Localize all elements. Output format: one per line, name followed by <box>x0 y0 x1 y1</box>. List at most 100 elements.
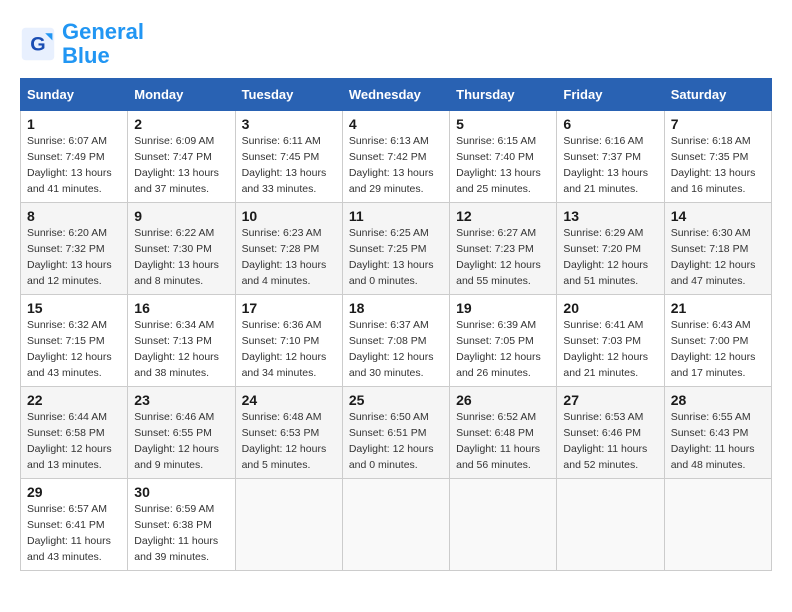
logo-icon: G <box>20 26 56 62</box>
day-number: 8 <box>27 208 121 224</box>
day-number: 27 <box>563 392 657 408</box>
day-number: 14 <box>671 208 765 224</box>
week-row-3: 15Sunrise: 6:32 AMSunset: 7:15 PMDayligh… <box>21 295 772 387</box>
day-cell: 24 Sunrise: 6:48 AMSunset: 6:53 PMDayligh… <box>235 387 342 479</box>
day-number: 2 <box>134 116 228 132</box>
day-cell: 17Sunrise: 6:36 AMSunset: 7:10 PMDayligh… <box>235 295 342 387</box>
day-cell: 4Sunrise: 6:13 AMSunset: 7:42 PMDaylight… <box>342 111 449 203</box>
svg-text:G: G <box>30 33 45 55</box>
day-info: Sunrise: 6:43 AMSunset: 7:00 PMDaylight:… <box>671 318 765 381</box>
day-number: 18 <box>349 300 443 316</box>
day-info: Sunrise: 6:22 AMSunset: 7:30 PMDaylight:… <box>134 226 228 289</box>
calendar-table: SundayMondayTuesdayWednesdayThursdayFrid… <box>20 78 772 571</box>
day-number: 15 <box>27 300 121 316</box>
day-number: 24 <box>242 392 336 408</box>
day-info: Sunrise: 6:55 AMSunset: 6:43 PMDaylight:… <box>671 410 765 473</box>
day-cell <box>342 479 449 571</box>
day-cell: 8 Sunrise: 6:20 AMSunset: 7:32 PMDaylight… <box>21 203 128 295</box>
day-cell: 18 Sunrise: 6:37 AMSunset: 7:08 PMDayligh… <box>342 295 449 387</box>
day-number: 22 <box>27 392 121 408</box>
day-cell: 12 Sunrise: 6:27 AMSunset: 7:23 PMDayligh… <box>450 203 557 295</box>
day-info: Sunrise: 6:50 AMSunset: 6:51 PMDaylight:… <box>349 410 443 473</box>
day-number: 3 <box>242 116 336 132</box>
day-info: Sunrise: 6:23 AMSunset: 7:28 PMDaylight:… <box>242 226 336 289</box>
day-cell: 1Sunrise: 6:07 AMSunset: 7:49 PMDaylight… <box>21 111 128 203</box>
day-cell: 30 Sunrise: 6:59 AMSunset: 6:38 PMDayligh… <box>128 479 235 571</box>
day-number: 5 <box>456 116 550 132</box>
day-cell: 21 Sunrise: 6:43 AMSunset: 7:00 PMDayligh… <box>664 295 771 387</box>
day-number: 21 <box>671 300 765 316</box>
day-info: Sunrise: 6:15 AMSunset: 7:40 PMDaylight:… <box>456 134 550 197</box>
day-cell: 5 Sunrise: 6:15 AMSunset: 7:40 PMDaylight… <box>450 111 557 203</box>
day-cell: 26 Sunrise: 6:52 AMSunset: 6:48 PMDayligh… <box>450 387 557 479</box>
day-cell: 11 Sunrise: 6:25 AMSunset: 7:25 PMDayligh… <box>342 203 449 295</box>
day-cell: 2 Sunrise: 6:09 AMSunset: 7:47 PMDaylight… <box>128 111 235 203</box>
day-number: 29 <box>27 484 121 500</box>
day-info: Sunrise: 6:41 AMSunset: 7:03 PMDaylight:… <box>563 318 657 381</box>
day-info: Sunrise: 6:44 AMSunset: 6:58 PMDaylight:… <box>27 410 121 473</box>
day-number: 30 <box>134 484 228 500</box>
day-cell: 22 Sunrise: 6:44 AMSunset: 6:58 PMDayligh… <box>21 387 128 479</box>
col-header-saturday: Saturday <box>664 79 771 111</box>
day-number: 7 <box>671 116 765 132</box>
day-info: Sunrise: 6:46 AMSunset: 6:55 PMDaylight:… <box>134 410 228 473</box>
day-cell: 20 Sunrise: 6:41 AMSunset: 7:03 PMDayligh… <box>557 295 664 387</box>
logo: G General Blue <box>20 20 144 68</box>
day-cell: 29 Sunrise: 6:57 AMSunset: 6:41 PMDayligh… <box>21 479 128 571</box>
day-cell: 25 Sunrise: 6:50 AMSunset: 6:51 PMDayligh… <box>342 387 449 479</box>
day-info: Sunrise: 6:59 AMSunset: 6:38 PMDaylight:… <box>134 502 228 565</box>
day-cell <box>557 479 664 571</box>
day-info: Sunrise: 6:57 AMSunset: 6:41 PMDaylight:… <box>27 502 121 565</box>
day-info: Sunrise: 6:25 AMSunset: 7:25 PMDaylight:… <box>349 226 443 289</box>
col-header-wednesday: Wednesday <box>342 79 449 111</box>
day-cell: 13Sunrise: 6:29 AMSunset: 7:20 PMDayligh… <box>557 203 664 295</box>
day-info: Sunrise: 6:11 AMSunset: 7:45 PMDaylight:… <box>242 134 336 197</box>
col-header-sunday: Sunday <box>21 79 128 111</box>
day-cell: 23 Sunrise: 6:46 AMSunset: 6:55 PMDayligh… <box>128 387 235 479</box>
day-cell: 16 Sunrise: 6:34 AMSunset: 7:13 PMDayligh… <box>128 295 235 387</box>
week-row-2: 8 Sunrise: 6:20 AMSunset: 7:32 PMDaylight… <box>21 203 772 295</box>
day-info: Sunrise: 6:53 AMSunset: 6:46 PMDaylight:… <box>563 410 657 473</box>
day-number: 17 <box>242 300 336 316</box>
day-number: 20 <box>563 300 657 316</box>
day-cell: 6Sunrise: 6:16 AMSunset: 7:37 PMDaylight… <box>557 111 664 203</box>
day-cell: 7 Sunrise: 6:18 AMSunset: 7:35 PMDaylight… <box>664 111 771 203</box>
day-info: Sunrise: 6:18 AMSunset: 7:35 PMDaylight:… <box>671 134 765 197</box>
logo-text: General Blue <box>62 20 144 68</box>
day-number: 11 <box>349 208 443 224</box>
day-number: 16 <box>134 300 228 316</box>
day-info: Sunrise: 6:37 AMSunset: 7:08 PMDaylight:… <box>349 318 443 381</box>
day-cell: 10 Sunrise: 6:23 AMSunset: 7:28 PMDayligh… <box>235 203 342 295</box>
day-number: 12 <box>456 208 550 224</box>
day-info: Sunrise: 6:48 AMSunset: 6:53 PMDaylight:… <box>242 410 336 473</box>
day-cell <box>235 479 342 571</box>
day-info: Sunrise: 6:27 AMSunset: 7:23 PMDaylight:… <box>456 226 550 289</box>
day-cell: 14 Sunrise: 6:30 AMSunset: 7:18 PMDayligh… <box>664 203 771 295</box>
day-number: 25 <box>349 392 443 408</box>
day-cell <box>664 479 771 571</box>
day-info: Sunrise: 6:34 AMSunset: 7:13 PMDaylight:… <box>134 318 228 381</box>
day-cell: 9Sunrise: 6:22 AMSunset: 7:30 PMDaylight… <box>128 203 235 295</box>
week-row-5: 29 Sunrise: 6:57 AMSunset: 6:41 PMDayligh… <box>21 479 772 571</box>
day-number: 4 <box>349 116 443 132</box>
day-number: 10 <box>242 208 336 224</box>
day-number: 23 <box>134 392 228 408</box>
day-info: Sunrise: 6:09 AMSunset: 7:47 PMDaylight:… <box>134 134 228 197</box>
col-header-tuesday: Tuesday <box>235 79 342 111</box>
day-info: Sunrise: 6:39 AMSunset: 7:05 PMDaylight:… <box>456 318 550 381</box>
day-cell <box>450 479 557 571</box>
week-row-1: 1Sunrise: 6:07 AMSunset: 7:49 PMDaylight… <box>21 111 772 203</box>
day-info: Sunrise: 6:07 AMSunset: 7:49 PMDaylight:… <box>27 134 121 197</box>
day-info: Sunrise: 6:30 AMSunset: 7:18 PMDaylight:… <box>671 226 765 289</box>
day-number: 13 <box>563 208 657 224</box>
day-info: Sunrise: 6:52 AMSunset: 6:48 PMDaylight:… <box>456 410 550 473</box>
day-cell: 19Sunrise: 6:39 AMSunset: 7:05 PMDayligh… <box>450 295 557 387</box>
day-cell: 15Sunrise: 6:32 AMSunset: 7:15 PMDayligh… <box>21 295 128 387</box>
day-cell: 3 Sunrise: 6:11 AMSunset: 7:45 PMDaylight… <box>235 111 342 203</box>
day-cell: 27 Sunrise: 6:53 AMSunset: 6:46 PMDayligh… <box>557 387 664 479</box>
day-info: Sunrise: 6:20 AMSunset: 7:32 PMDaylight:… <box>27 226 121 289</box>
day-number: 26 <box>456 392 550 408</box>
col-header-friday: Friday <box>557 79 664 111</box>
day-number: 6 <box>563 116 657 132</box>
day-cell: 28Sunrise: 6:55 AMSunset: 6:43 PMDayligh… <box>664 387 771 479</box>
